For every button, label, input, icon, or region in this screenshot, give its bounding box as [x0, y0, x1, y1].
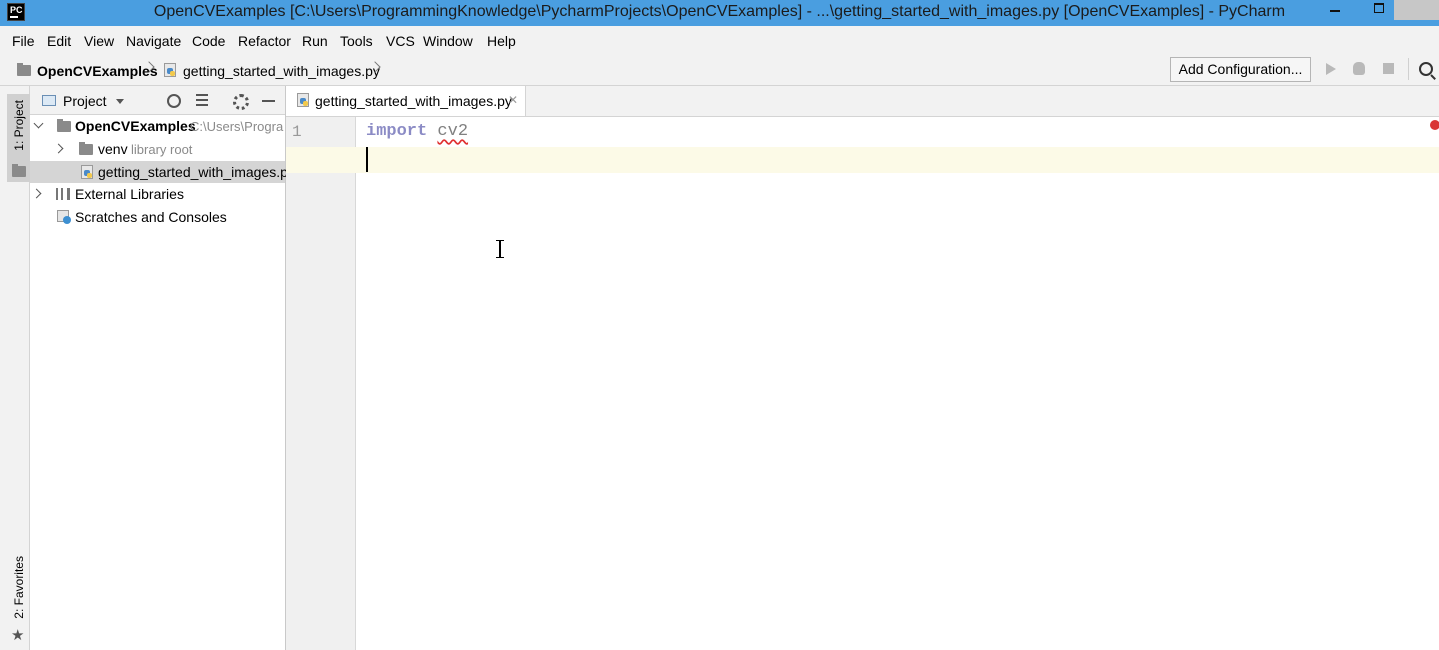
tree-item-external-libraries[interactable]: External Libraries: [30, 183, 285, 205]
text-caret: [366, 147, 368, 172]
expand-arrow-icon[interactable]: [33, 118, 44, 129]
project-view-icon: [42, 95, 56, 106]
tree-item-hint: library root: [131, 142, 193, 157]
mouse-cursor-ibeam-icon: [496, 240, 504, 258]
breadcrumb-project[interactable]: OpenCVExamples: [37, 63, 158, 79]
tree-item-project-root[interactable]: OpenCVExamples C:\Users\Progra: [30, 115, 285, 137]
tree-item-label: External Libraries: [75, 186, 184, 202]
project-view-selector[interactable]: Project: [63, 93, 107, 109]
tree-item-label: OpenCVExamples: [75, 118, 196, 134]
project-panel-header: Project: [30, 86, 285, 115]
toolbar-divider: [1408, 58, 1409, 80]
code-line-1[interactable]: import cv2: [366, 122, 468, 141]
editor-tab-file[interactable]: getting_started_with_images.py ✕: [286, 86, 526, 116]
menu-run[interactable]: Run: [302, 33, 328, 49]
menu-file[interactable]: File: [12, 33, 35, 49]
hide-panel-icon[interactable]: [262, 100, 275, 102]
python-file-icon: [164, 63, 176, 77]
tree-item-label: venv: [98, 141, 128, 157]
gear-icon[interactable]: [233, 94, 249, 110]
scratches-icon: [57, 210, 71, 224]
title-bar: PC OpenCVExamples [C:\Users\ProgrammingK…: [0, 0, 1439, 26]
menu-help[interactable]: Help: [487, 33, 516, 49]
line-number-gutter: 1 2: [286, 117, 356, 650]
favorites-tool-tab[interactable]: 2: Favorites: [7, 556, 31, 620]
menu-code[interactable]: Code: [192, 33, 225, 49]
tool-window-strip: 1: Project 2: Favorites ★: [0, 86, 31, 650]
menu-window[interactable]: Window: [423, 33, 473, 49]
maximize-button[interactable]: [1364, 0, 1394, 20]
debug-icon[interactable]: [1353, 62, 1365, 75]
breadcrumb-file[interactable]: getting_started_with_images.py: [183, 63, 380, 79]
close-window-button[interactable]: [1394, 0, 1439, 20]
folder-icon: [12, 164, 26, 177]
folder-icon: [57, 119, 71, 132]
star-icon[interactable]: ★: [11, 626, 24, 644]
project-panel: Project OpenCVExamples C:\Users\Progra v…: [30, 86, 295, 650]
python-file-icon: [297, 93, 309, 107]
window-title: OpenCVExamples [C:\Users\ProgrammingKnow…: [153, 3, 1286, 20]
project-tool-tab[interactable]: 1: Project: [7, 94, 31, 182]
editor-tab-label: getting_started_with_images.py: [315, 93, 512, 109]
project-tab-label: 1: Project: [12, 100, 26, 151]
locate-file-icon[interactable]: [167, 94, 181, 108]
navigation-bar: OpenCVExamples getting_started_with_imag…: [0, 54, 1439, 86]
current-line-highlight: [286, 147, 1439, 173]
close-tab-icon[interactable]: ✕: [508, 93, 518, 107]
tree-item-venv[interactable]: venv library root: [30, 138, 285, 160]
folder-icon: [79, 142, 93, 155]
tree-item-label: getting_started_with_images.py: [98, 164, 295, 180]
stop-icon[interactable]: [1383, 63, 1394, 74]
search-icon[interactable]: [1419, 62, 1433, 76]
expand-arrow-icon[interactable]: [53, 143, 64, 154]
menu-navigate[interactable]: Navigate: [126, 33, 181, 49]
menu-bar: File Edit View Navigate Code Refactor Ru…: [0, 26, 1439, 54]
tree-item-file[interactable]: getting_started_with_images.py: [30, 161, 295, 183]
minimize-button[interactable]: [1320, 0, 1350, 20]
menu-tools[interactable]: Tools: [340, 33, 373, 49]
tree-item-path: C:\Users\Progra: [190, 119, 284, 134]
editor-tab-bar: getting_started_with_images.py ✕: [286, 86, 1439, 117]
collapse-all-icon[interactable]: [196, 94, 208, 106]
error-indicator-icon[interactable]: [1430, 120, 1439, 130]
code-module-unresolved: cv2: [437, 122, 469, 141]
folder-icon: [17, 63, 31, 76]
add-configuration-button[interactable]: Add Configuration...: [1170, 57, 1311, 82]
library-icon: [56, 188, 70, 200]
dropdown-icon[interactable]: [116, 99, 124, 104]
code-keyword: import: [366, 122, 428, 141]
line-number: 1: [292, 123, 302, 141]
run-icon[interactable]: [1326, 63, 1336, 75]
menu-edit[interactable]: Edit: [47, 33, 71, 49]
tree-item-scratches[interactable]: Scratches and Consoles: [30, 206, 285, 228]
menu-view[interactable]: View: [84, 33, 114, 49]
expand-arrow-icon[interactable]: [31, 188, 42, 199]
favorites-tab-label: 2: Favorites: [12, 556, 26, 619]
python-file-icon: [81, 165, 93, 179]
menu-vcs[interactable]: VCS: [386, 33, 415, 49]
menu-refactor[interactable]: Refactor: [238, 33, 291, 49]
tree-item-label: Scratches and Consoles: [75, 209, 227, 225]
